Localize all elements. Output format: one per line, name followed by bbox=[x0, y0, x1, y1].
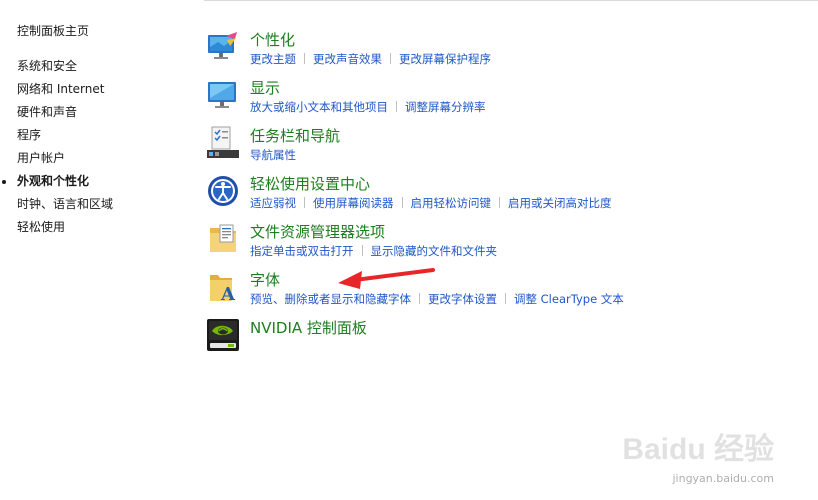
personalization-icon[interactable] bbox=[206, 30, 240, 64]
link-change-screen-saver[interactable]: 更改屏幕保护程序 bbox=[399, 52, 491, 66]
category-links-ease-of-access-center: 适应弱视 使用屏幕阅读器 启用轻松访问键 启用或关闭高对比度 bbox=[250, 195, 612, 211]
link-show-hidden-files[interactable]: 显示隐藏的文件和文件夹 bbox=[371, 244, 498, 258]
category-links-display: 放大或缩小文本和其他项目 调整屏幕分辨率 bbox=[250, 99, 486, 115]
ease-of-access-icon[interactable] bbox=[206, 174, 240, 208]
link-resize-text[interactable]: 放大或缩小文本和其他项目 bbox=[250, 100, 388, 114]
nvidia-icon[interactable] bbox=[206, 318, 240, 352]
link-separator bbox=[304, 53, 305, 64]
link-adjust-cleartype[interactable]: 调整 ClearType 文本 bbox=[514, 292, 624, 306]
category-title-file-explorer-options[interactable]: 文件资源管理器选项 bbox=[250, 222, 385, 242]
link-adjust-resolution[interactable]: 调整屏幕分辨率 bbox=[405, 100, 486, 114]
category-links-fonts: 预览、删除或者显示和隐藏字体 更改字体设置 调整 ClearType 文本 bbox=[250, 291, 624, 307]
svg-text:A: A bbox=[220, 284, 236, 304]
link-single-double-click[interactable]: 指定单击或双击打开 bbox=[250, 244, 354, 258]
link-screen-reader[interactable]: 使用屏幕阅读器 bbox=[313, 196, 394, 210]
category-links-file-explorer-options: 指定单击或双击打开 显示隐藏的文件和文件夹 bbox=[250, 243, 497, 259]
link-separator bbox=[396, 101, 397, 112]
link-easy-access-keys[interactable]: 启用轻松访问键 bbox=[411, 196, 492, 210]
link-separator bbox=[505, 293, 506, 304]
link-change-sound-effects[interactable]: 更改声音效果 bbox=[313, 52, 382, 66]
nav-item-appearance-personalization[interactable]: 外观和个性化 bbox=[1, 170, 113, 193]
link-separator bbox=[419, 293, 420, 304]
watermark-logo: Baidu 经验 bbox=[622, 433, 774, 466]
category-fonts: A 字体 预览、删除或者显示和隐藏字体 更改字体设置 调整 ClearType 文本 bbox=[206, 270, 806, 314]
category-ease-of-access-center: 轻松使用设置中心 适应弱视 使用屏幕阅读器 启用轻松访问键 启用或关闭高对比度 bbox=[206, 174, 806, 218]
category-file-explorer-options: 文件资源管理器选项 指定单击或双击打开 显示隐藏的文件和文件夹 bbox=[206, 222, 806, 266]
link-change-font-settings[interactable]: 更改字体设置 bbox=[428, 292, 497, 306]
category-title-ease-of-access-center[interactable]: 轻松使用设置中心 bbox=[250, 174, 370, 194]
link-separator bbox=[499, 197, 500, 208]
nav-item-system-security[interactable]: 系统和安全 bbox=[17, 55, 113, 78]
fonts-icon[interactable]: A bbox=[206, 270, 240, 304]
category-title-fonts[interactable]: 字体 bbox=[250, 270, 280, 290]
folder-options-icon[interactable] bbox=[206, 222, 240, 256]
watermark-url: jingyan.baidu.com bbox=[672, 472, 774, 485]
category-personalization: 个性化 更改主题 更改声音效果 更改屏幕保护程序 bbox=[206, 30, 806, 74]
taskbar-icon[interactable] bbox=[206, 126, 240, 160]
baidu-watermark: Baidu 经验 jingyan.baidu.com bbox=[622, 424, 774, 485]
nav-item-hardware-sound[interactable]: 硬件和声音 bbox=[17, 101, 113, 124]
link-separator bbox=[361, 245, 363, 256]
category-links-taskbar-navigation: 导航属性 bbox=[250, 147, 296, 163]
link-low-vision[interactable]: 适应弱视 bbox=[250, 196, 296, 210]
category-title-taskbar-navigation[interactable]: 任务栏和导航 bbox=[250, 126, 340, 146]
category-nvidia-control-panel: NVIDIA 控制面板 bbox=[206, 318, 806, 362]
nav-item-ease-of-access[interactable]: 轻松使用 bbox=[17, 216, 113, 239]
left-navigation: 控制面板主页 系统和安全 网络和 Internet 硬件和声音 程序 用户帐户 … bbox=[1, 22, 113, 239]
category-display: 显示 放大或缩小文本和其他项目 调整屏幕分辨率 bbox=[206, 78, 806, 122]
category-title-personalization[interactable]: 个性化 bbox=[250, 30, 295, 50]
category-title-nvidia-control-panel[interactable]: NVIDIA 控制面板 bbox=[250, 318, 367, 338]
link-separator bbox=[304, 197, 305, 208]
link-navigation-properties[interactable]: 导航属性 bbox=[250, 148, 296, 162]
nav-item-clock-language-region[interactable]: 时钟、语言和区域 bbox=[17, 193, 113, 216]
top-divider bbox=[204, 0, 818, 1]
link-separator bbox=[390, 53, 391, 64]
link-high-contrast[interactable]: 启用或关闭高对比度 bbox=[508, 196, 612, 210]
link-preview-delete-fonts[interactable]: 预览、删除或者显示和隐藏字体 bbox=[250, 292, 411, 306]
nav-item-programs[interactable]: 程序 bbox=[17, 124, 113, 147]
category-links-personalization: 更改主题 更改声音效果 更改屏幕保护程序 bbox=[250, 51, 491, 67]
nav-item-network-internet[interactable]: 网络和 Internet bbox=[17, 78, 113, 101]
category-title-display[interactable]: 显示 bbox=[250, 78, 280, 98]
category-taskbar-navigation: 任务栏和导航 导航属性 bbox=[206, 126, 806, 170]
nav-item-user-accounts[interactable]: 用户帐户 bbox=[17, 147, 113, 170]
control-panel-home-link[interactable]: 控制面板主页 bbox=[17, 22, 113, 40]
display-icon[interactable] bbox=[206, 78, 240, 112]
link-change-theme[interactable]: 更改主题 bbox=[250, 52, 296, 66]
link-separator bbox=[401, 197, 403, 208]
